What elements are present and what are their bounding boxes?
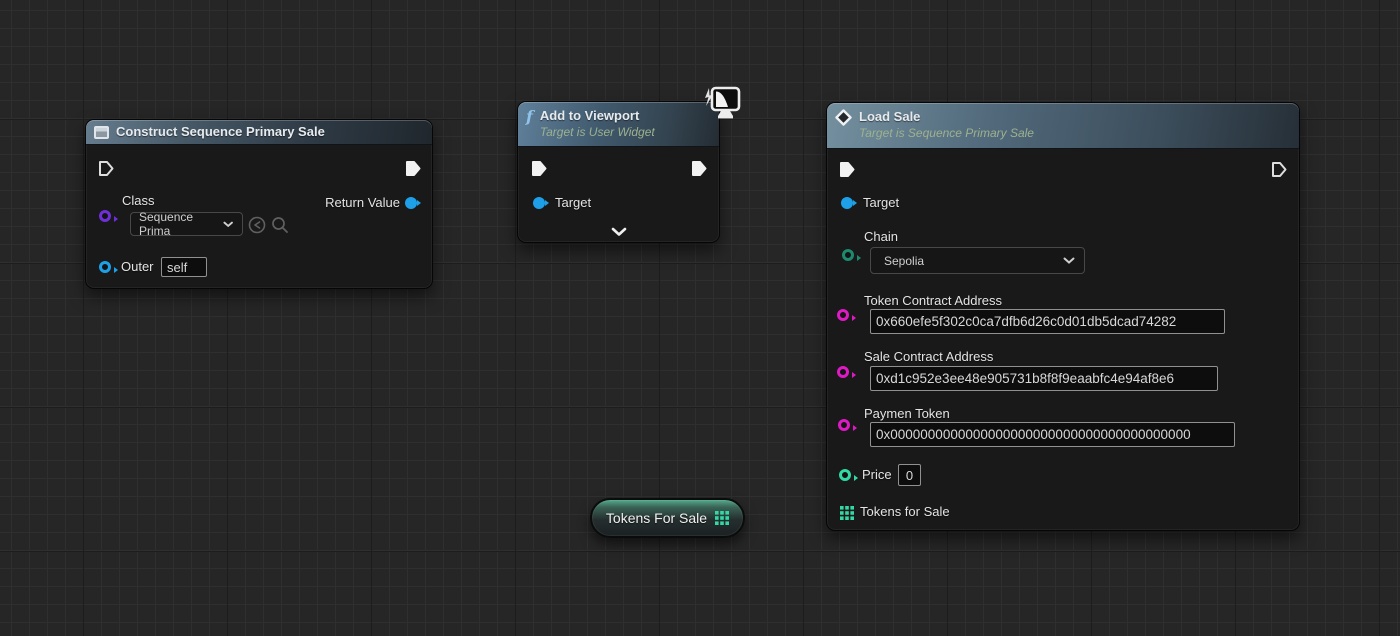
browse-search-icon[interactable] xyxy=(271,216,289,234)
node-subtitle: Target is Sequence Primary Sale xyxy=(859,126,1034,140)
exec-in-pin[interactable] xyxy=(98,160,114,177)
class-dropdown-value: Sequence Prima xyxy=(139,210,194,238)
node-construct-sequence-primary-sale[interactable]: Construct Sequence Primary Sale Return V… xyxy=(85,119,433,289)
outer-pin-label: Outer xyxy=(121,259,154,274)
return-value-pin-label: Return Value xyxy=(325,195,400,210)
tokens-for-sale-pin-label: Tokens for Sale xyxy=(860,504,950,519)
sale-contract-label: Sale Contract Address xyxy=(864,349,994,364)
target-pin[interactable] xyxy=(841,197,857,209)
chevron-down-icon xyxy=(223,221,233,227)
payment-token-label: Paymen Token xyxy=(864,406,950,421)
exec-out-pin[interactable] xyxy=(405,160,421,177)
class-construct-icon xyxy=(94,125,109,139)
chain-pin-label: Chain xyxy=(864,229,898,244)
exec-in-pin[interactable] xyxy=(531,160,547,177)
sale-contract-field[interactable] xyxy=(870,366,1218,391)
exec-out-pin[interactable] xyxy=(691,160,707,177)
payment-token-pin[interactable] xyxy=(838,419,857,431)
sale-contract-pin[interactable] xyxy=(837,366,856,378)
target-pin[interactable] xyxy=(533,197,549,209)
use-selected-asset-icon[interactable] xyxy=(248,216,266,234)
node-add-to-viewport[interactable]: f Add to Viewport Target is User Widget … xyxy=(517,86,741,243)
chain-dropdown-value: Sepolia xyxy=(884,253,925,268)
class-dropdown[interactable]: Sequence Prima xyxy=(130,210,243,238)
node-title: Construct Sequence Primary Sale xyxy=(116,124,325,139)
price-field[interactable] xyxy=(898,464,921,486)
exec-out-pin[interactable] xyxy=(1271,161,1287,178)
event-diamond-icon xyxy=(835,109,852,126)
blueprint-graph-canvas[interactable]: Construct Sequence Primary Sale Return V… xyxy=(0,0,1400,636)
token-contract-pin[interactable] xyxy=(837,309,856,321)
function-icon: f xyxy=(526,107,533,126)
chain-dropdown[interactable]: Sepolia xyxy=(870,247,1085,274)
token-contract-label: Token Contract Address xyxy=(864,293,1003,308)
node-variable-tokens-for-sale[interactable]: Tokens For Sale xyxy=(590,498,745,538)
node-load-sale[interactable]: Load Sale Target is Sequence Primary Sal… xyxy=(826,102,1300,531)
outer-value-field[interactable] xyxy=(161,257,207,277)
viewport-screen-icon xyxy=(705,86,741,119)
node-subtitle: Target is User Widget xyxy=(539,125,655,139)
expand-node-chevron-icon[interactable] xyxy=(611,227,627,237)
target-pin-label: Target xyxy=(555,195,592,210)
class-pin-label: Class xyxy=(122,193,155,208)
chain-pin[interactable] xyxy=(842,249,861,261)
class-pin[interactable] xyxy=(99,210,118,222)
node-header-construct[interactable]: Construct Sequence Primary Sale xyxy=(86,120,432,145)
tokens-for-sale-array-pin[interactable] xyxy=(840,506,854,520)
node-title: Add to Viewport xyxy=(539,108,640,123)
node-header-add-to-viewport[interactable]: f Add to Viewport Target is User Widget xyxy=(518,102,719,147)
outer-pin[interactable] xyxy=(99,261,118,273)
exec-in-pin[interactable] xyxy=(839,161,855,178)
variable-array-out-pin[interactable] xyxy=(715,511,730,525)
variable-label: Tokens For Sale xyxy=(605,510,708,526)
node-header-load-sale[interactable]: Load Sale Target is Sequence Primary Sal… xyxy=(827,103,1299,149)
token-contract-field[interactable] xyxy=(870,309,1225,334)
target-pin-label: Target xyxy=(863,195,900,210)
price-pin[interactable] xyxy=(839,469,858,481)
payment-token-field[interactable] xyxy=(870,422,1235,447)
node-title: Load Sale xyxy=(859,109,921,124)
price-pin-label: Price xyxy=(862,467,892,482)
chevron-down-icon xyxy=(1063,257,1075,264)
return-value-pin[interactable] xyxy=(405,197,421,209)
